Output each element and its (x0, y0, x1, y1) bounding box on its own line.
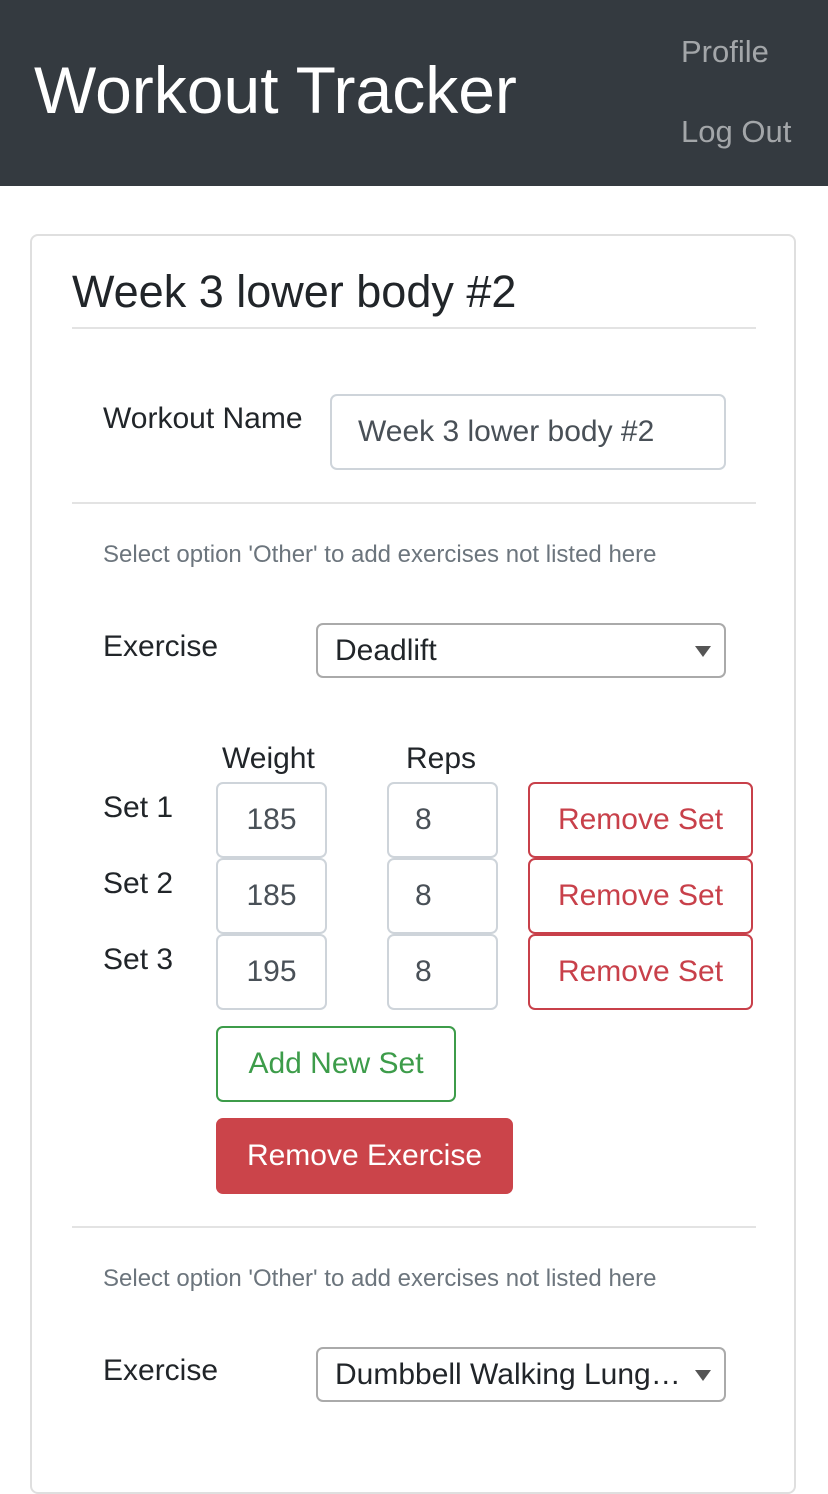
remove-set-button[interactable]: Remove Set (528, 858, 753, 934)
app-brand[interactable]: Workout Tracker (34, 50, 517, 130)
weight-input[interactable]: 185 (216, 782, 327, 858)
weight-header: Weight (222, 742, 315, 775)
reps-value: 8 (415, 879, 432, 912)
exercise-select-value: Deadlift (335, 633, 437, 667)
add-new-set-button[interactable]: Add New Set (216, 1026, 456, 1102)
nav-link-profile[interactable]: Profile (681, 32, 769, 72)
workout-name-value: Week 3 lower body #2 (358, 415, 655, 448)
exercise-helper-text: Select option 'Other' to add exercises n… (103, 541, 657, 568)
weight-input[interactable]: 195 (216, 934, 327, 1010)
workout-name-label: Workout Name (103, 402, 303, 435)
reps-input[interactable]: 8 (387, 934, 498, 1010)
remove-set-button[interactable]: Remove Set (528, 934, 753, 1010)
exercise-select[interactable]: Deadlift (316, 623, 726, 678)
navbar: Workout Tracker Profile Log Out (0, 0, 828, 186)
exercise-select[interactable]: Dumbbell Walking Lunges (316, 1347, 726, 1402)
exercise-helper-text: Select option 'Other' to add exercises n… (103, 1265, 657, 1292)
weight-input[interactable]: 185 (216, 858, 327, 934)
exercise-select-value: Dumbbell Walking Lunges (335, 1357, 681, 1391)
weight-value: 185 (246, 879, 297, 912)
chevron-down-icon (695, 1369, 711, 1381)
divider (72, 502, 756, 504)
weight-value: 195 (246, 955, 297, 988)
exercise-label: Exercise (103, 630, 219, 663)
workout-name-input[interactable]: Week 3 lower body #2 (330, 394, 726, 470)
chevron-down-icon (695, 645, 711, 657)
reps-header: Reps (406, 742, 477, 775)
reps-value: 8 (415, 955, 432, 988)
reps-input[interactable]: 8 (387, 782, 498, 858)
nav-link-logout[interactable]: Log Out (681, 112, 791, 152)
set-label: Set 2 (103, 867, 174, 900)
divider (72, 1226, 756, 1228)
remove-exercise-button[interactable]: Remove Exercise (216, 1118, 513, 1194)
exercise-label: Exercise (103, 1354, 219, 1387)
workout-title: Week 3 lower body #2 (72, 266, 517, 317)
set-label: Set 3 (103, 943, 174, 976)
reps-input[interactable]: 8 (387, 858, 498, 934)
remove-set-button[interactable]: Remove Set (528, 782, 753, 858)
weight-value: 185 (246, 803, 297, 836)
divider (72, 327, 756, 329)
set-label: Set 1 (103, 791, 174, 824)
reps-value: 8 (415, 803, 432, 836)
